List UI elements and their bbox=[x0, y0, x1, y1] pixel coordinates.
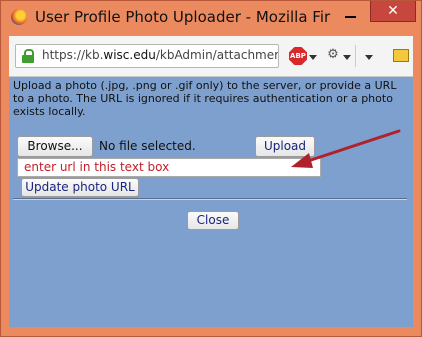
url-prefix: https://kb. bbox=[42, 48, 104, 62]
url-path: /kbAdmin/attachmer bbox=[155, 48, 279, 62]
file-status-label: No file selected. bbox=[99, 139, 196, 153]
photo-url-input[interactable]: enter url in this text box bbox=[17, 158, 321, 177]
update-photo-url-button[interactable]: Update photo URL bbox=[21, 178, 139, 197]
lock-icon bbox=[22, 49, 34, 63]
url-text: https://kb.wisc.edu/kbAdmin/attachmer bbox=[42, 48, 279, 62]
toolbar-separator bbox=[355, 45, 356, 67]
upload-button[interactable]: Upload bbox=[255, 136, 315, 157]
extension-icon[interactable]: ⚙ bbox=[325, 48, 341, 62]
chevron-down-icon[interactable] bbox=[365, 55, 373, 60]
photo-url-input-text: enter url in this text box bbox=[24, 160, 170, 174]
firefox-icon bbox=[11, 9, 27, 25]
upload-instructions: Upload a photo (.jpg, .png or .gif only)… bbox=[13, 79, 397, 118]
bookmark-menu-icon[interactable] bbox=[393, 49, 409, 62]
close-button[interactable]: Close bbox=[187, 211, 239, 230]
chevron-down-icon[interactable] bbox=[343, 55, 351, 60]
url-domain: wisc.edu bbox=[103, 48, 156, 62]
navigation-bar: https://kb.wisc.edu/kbAdmin/attachmer AB… bbox=[9, 36, 413, 77]
page-content: Upload a photo (.jpg, .png or .gif only)… bbox=[9, 77, 413, 327]
divider bbox=[13, 198, 407, 200]
window-title: User Profile Photo Uploader - Mozilla Fi… bbox=[35, 8, 331, 26]
browse-button[interactable]: Browse... bbox=[17, 136, 93, 157]
window-close-button[interactable]: ✕ bbox=[370, 1, 416, 22]
browser-popup-window: User Profile Photo Uploader - Mozilla Fi… bbox=[0, 0, 422, 337]
address-bar[interactable]: https://kb.wisc.edu/kbAdmin/attachmer bbox=[15, 44, 279, 68]
chevron-down-icon[interactable] bbox=[309, 55, 317, 60]
minimize-button[interactable] bbox=[341, 7, 361, 21]
adblock-plus-icon[interactable]: ABP bbox=[289, 47, 307, 65]
title-bar[interactable]: User Profile Photo Uploader - Mozilla Fi… bbox=[1, 1, 421, 35]
